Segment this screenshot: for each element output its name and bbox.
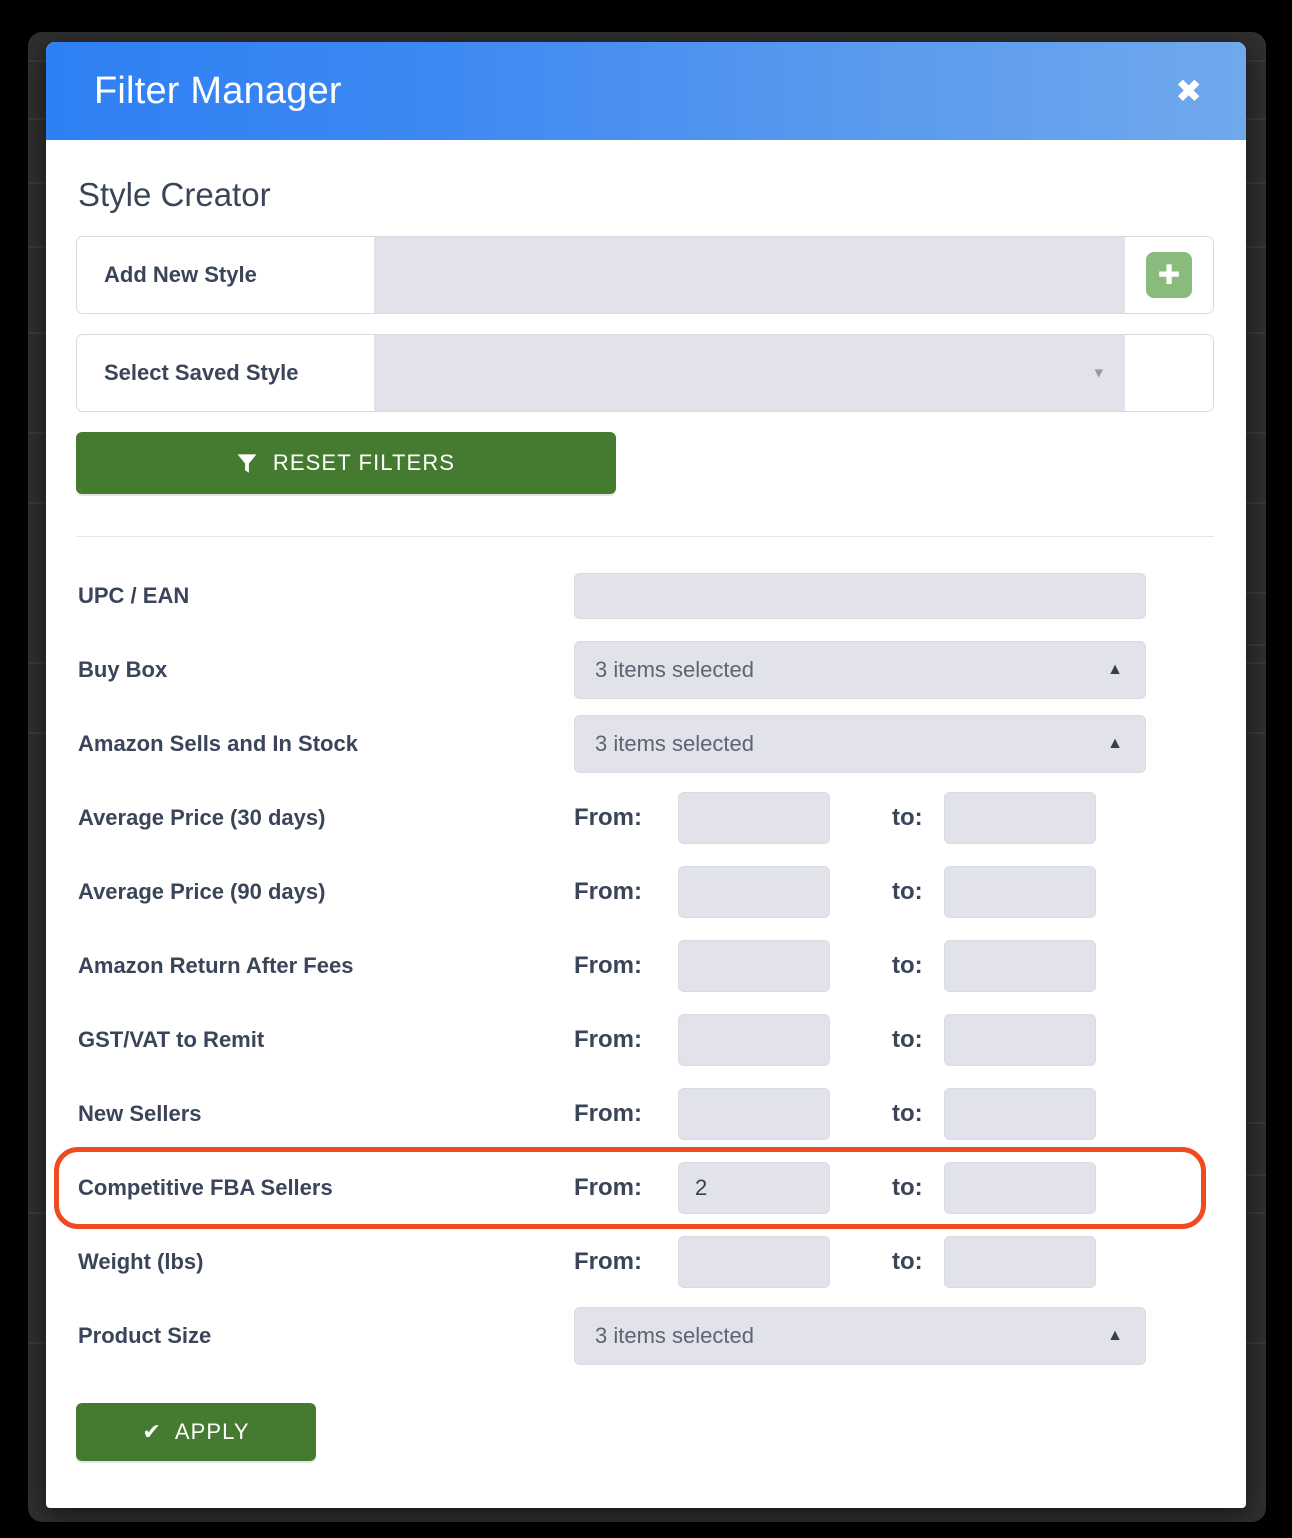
range-from-label: From: — [574, 952, 642, 979]
add-new-style-action: ✚ — [1125, 237, 1213, 313]
range-from-label: From: — [574, 804, 642, 831]
filter-multiselect-value: 3 items selected — [595, 1323, 754, 1348]
chevron-up-icon: ▲ — [1107, 1327, 1123, 1344]
filter-multiselect-value: 3 items selected — [595, 731, 754, 756]
range-from-label: From: — [574, 1248, 642, 1275]
filter-label: GST/VAT to Remit — [78, 1027, 265, 1052]
range-to-input[interactable] — [944, 1014, 1096, 1066]
add-new-style-label: Add New Style — [77, 237, 374, 313]
range-from-label: From: — [574, 1174, 642, 1201]
filter-row: Amazon Return After Fees From: to: — [76, 929, 1214, 1003]
style-creator-heading: Style Creator — [78, 176, 271, 213]
filter-row: Average Price (90 days) From: to: — [76, 855, 1214, 929]
range-from-input[interactable] — [678, 1236, 830, 1288]
range-to-label: to: — [892, 1026, 923, 1053]
filter-label: Amazon Return After Fees — [78, 953, 354, 978]
filter-row: New Sellers From: to: — [76, 1077, 1214, 1151]
range-to-label: to: — [892, 1100, 923, 1127]
select-saved-style-action — [1125, 335, 1213, 411]
range-from-input[interactable] — [678, 1162, 830, 1214]
reset-filters-button[interactable]: RESET FILTERS — [76, 432, 616, 494]
filter-label: Buy Box — [78, 657, 168, 682]
range-to-label: to: — [892, 878, 923, 905]
filter-range-group: From: to: — [574, 866, 1096, 918]
range-from-input[interactable] — [678, 792, 830, 844]
filter-range-group: From: to: — [574, 1014, 1096, 1066]
filter-label: New Sellers — [78, 1101, 202, 1126]
range-to-input[interactable] — [944, 866, 1096, 918]
filter-row: Buy Box 3 items selected ▲ — [76, 633, 1214, 707]
range-to-label: to: — [892, 952, 923, 979]
dialog-header: Filter Manager ✖ — [46, 42, 1246, 140]
filter-row: Weight (lbs) From: to: — [76, 1225, 1214, 1299]
filter-multiselect[interactable]: 3 items selected ▲ — [574, 641, 1146, 699]
reset-filters-label: RESET FILTERS — [272, 450, 456, 475]
bg-shade — [0, 0, 28, 1538]
chevron-up-icon: ▲ — [1107, 735, 1123, 752]
filter-label: Weight (lbs) — [78, 1249, 204, 1274]
range-from-input[interactable] — [678, 1088, 830, 1140]
plus-icon[interactable]: ✚ — [1146, 252, 1192, 298]
filter-multiselect[interactable]: 3 items selected ▲ — [574, 1307, 1146, 1365]
add-new-style-input[interactable] — [374, 237, 1125, 313]
funnel-icon — [237, 453, 257, 474]
filter-multiselect-value: 3 items selected — [595, 657, 754, 682]
filter-label: Average Price (90 days) — [78, 879, 326, 904]
range-to-label: to: — [892, 1174, 923, 1201]
select-saved-style-dropdown[interactable]: ▾ — [374, 335, 1125, 411]
filter-label: UPC / EAN — [78, 583, 190, 608]
apply-button-label: APPLY — [174, 1419, 250, 1444]
filter-label: Average Price (30 days) — [78, 805, 326, 830]
bg-shade — [1266, 0, 1292, 1538]
range-from-input[interactable] — [678, 866, 830, 918]
bg-shade — [0, 0, 1292, 28]
filter-list: UPC / EAN Buy Box 3 items selected ▲ Amazon … — [54, 559, 1214, 1373]
page-title: Filter Manager — [94, 69, 342, 112]
range-from-label: From: — [574, 1100, 642, 1127]
filter-manager-dialog: Filter Manager ✖ Style Creator Add New S… — [46, 42, 1246, 1508]
filter-range-group: From: to: — [574, 792, 1096, 844]
range-to-label: to: — [892, 804, 923, 831]
range-from-input[interactable] — [678, 1014, 830, 1066]
filter-multiselect[interactable]: 3 items selected ▲ — [574, 715, 1146, 773]
filter-row: GST/VAT to Remit From: to: — [76, 1003, 1214, 1077]
range-to-input[interactable] — [944, 940, 1096, 992]
dialog-body: Style Creator Add New Style ✚ Select Sav… — [46, 176, 1246, 1461]
chevron-up-icon: ▲ — [1107, 661, 1123, 678]
filter-row: Product Size 3 items selected ▲ — [76, 1299, 1214, 1373]
check-icon: ✔ — [142, 1419, 162, 1445]
range-from-input[interactable] — [678, 940, 830, 992]
filter-label: Amazon Sells and In Stock — [78, 731, 358, 756]
range-from-label: From: — [574, 1026, 642, 1053]
filter-text-input[interactable] — [574, 573, 1146, 619]
filter-row: Competitive FBA Sellers From: to: — [76, 1151, 1214, 1225]
range-to-input[interactable] — [944, 1088, 1096, 1140]
range-to-input[interactable] — [944, 1236, 1096, 1288]
filter-label: Competitive FBA Sellers — [78, 1175, 333, 1200]
range-to-label: to: — [892, 1248, 923, 1275]
select-saved-style-label: Select Saved Style — [77, 335, 374, 411]
section-divider — [76, 536, 1214, 537]
filter-row: Amazon Sells and In Stock 3 items selecte… — [76, 707, 1214, 781]
filter-row: UPC / EAN — [76, 559, 1214, 633]
range-from-label: From: — [574, 878, 642, 905]
apply-button[interactable]: ✔ APPLY — [76, 1403, 316, 1461]
filter-row: Average Price (30 days) From: to: — [76, 781, 1214, 855]
close-icon[interactable]: ✖ — [1167, 71, 1210, 111]
bg-shade — [0, 1522, 1292, 1538]
filter-label: Product Size — [78, 1323, 212, 1348]
chevron-down-icon: ▾ — [1094, 363, 1103, 382]
filter-range-group: From: to: — [574, 1236, 1096, 1288]
select-saved-style-row: Select Saved Style ▾ — [76, 334, 1214, 412]
filter-range-group: From: to: — [574, 940, 1096, 992]
filter-range-group: From: to: — [574, 1088, 1096, 1140]
range-to-input[interactable] — [944, 792, 1096, 844]
add-new-style-row: Add New Style ✚ — [76, 236, 1214, 314]
filter-range-group: From: to: — [574, 1162, 1096, 1214]
range-to-input[interactable] — [944, 1162, 1096, 1214]
